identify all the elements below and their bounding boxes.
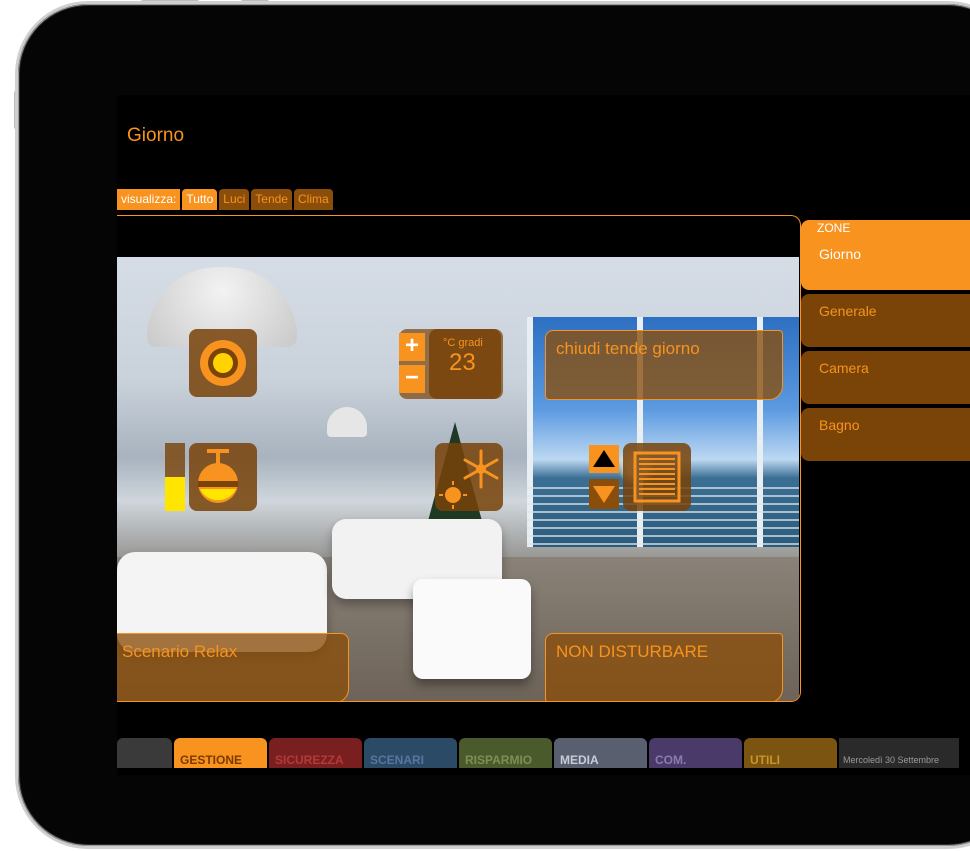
zone-item-camera[interactable]: Camera (801, 351, 970, 404)
nav-tab-utili[interactable]: UTILI (744, 738, 837, 768)
temperature-minus-button[interactable]: − (399, 365, 425, 393)
nav-tab-risparmio[interactable]: RISPARMIO (459, 738, 552, 768)
climate-toggle[interactable] (435, 443, 503, 511)
thermostat-control: + − °C gradi 23 (399, 329, 503, 399)
page-title: Giorno (127, 125, 185, 146)
temperature-value: 23 (449, 349, 476, 376)
nav-tab-com[interactable]: COM. (649, 738, 742, 768)
temperature-display: °C gradi 23 (429, 329, 501, 399)
filter-label: visualizza: (117, 189, 181, 210)
room-photo: + − °C gradi 23 chiudi tende giorno Scen… (117, 257, 799, 701)
zone-item-generale[interactable]: Generale (801, 294, 970, 347)
filter-tab-tutto[interactable]: Tutto (182, 189, 218, 210)
zones-sidebar: ZONE Giorno Generale Camera Bagno (801, 220, 970, 461)
filter-tab-clima[interactable]: Clima (293, 189, 333, 210)
zone-item-giorno[interactable]: Giorno (801, 237, 970, 290)
arrow-up-icon (593, 450, 615, 467)
dimmer-level-fill (165, 477, 185, 511)
nav-tab-gestione[interactable]: GESTIONE (174, 738, 267, 768)
bottom-nav: GESTIONE SICUREZZA SCENARI RISPARMIO MED… (117, 738, 970, 768)
blind-up-button[interactable] (589, 445, 619, 473)
arrow-down-icon (593, 486, 615, 503)
pendant-lamp-icon (198, 449, 238, 503)
temperature-unit: °C gradi (443, 337, 483, 349)
ottoman (413, 579, 531, 679)
nav-tab-sicurezza[interactable]: SICUREZZA (269, 738, 362, 768)
zone-item-bagno[interactable]: Bagno (801, 408, 970, 461)
filter-tab-tende[interactable]: Tende (251, 189, 292, 210)
nav-tab-home[interactable] (117, 738, 172, 768)
blind-toggle[interactable] (623, 443, 691, 511)
filter-bar: visualizza: Tutto Luci Tende Clima (117, 189, 333, 210)
snowflake-sun-icon (439, 449, 499, 509)
nav-tab-scenari[interactable]: SCENARI (364, 738, 457, 768)
light-toggle[interactable] (189, 329, 257, 397)
blind-down-button[interactable] (589, 479, 619, 509)
scenario-chiudi-tende-button[interactable]: chiudi tende giorno (545, 330, 783, 400)
scenario-relax-button[interactable]: Scenario Relax (117, 633, 349, 701)
light-bulb-icon (200, 340, 246, 386)
scenario-non-disturbare-button[interactable]: NON DISTURBARE (545, 633, 783, 701)
room-panel: + − °C gradi 23 chiudi tende giorno Scen… (117, 215, 801, 702)
zones-header: ZONE (801, 220, 970, 237)
filter-tab-luci[interactable]: Luci (219, 189, 250, 210)
scenario-label: NON DISTURBARE (556, 642, 709, 661)
scenario-label: Scenario Relax (122, 642, 238, 661)
blind-icon (633, 451, 681, 503)
temperature-plus-button[interactable]: + (399, 333, 425, 361)
scenario-label: chiudi tende giorno (556, 339, 700, 358)
ceiling-lamp (327, 407, 367, 437)
app-screen: Giorno visualizza: Tutto Luci Tende Clim… (117, 95, 970, 775)
pendant-light-toggle[interactable] (189, 443, 257, 511)
nav-tab-media[interactable]: MEDIA (554, 738, 647, 768)
dimmer-level-bar[interactable] (165, 443, 185, 511)
date-display: Mercoledì 30 Settembre (839, 738, 959, 768)
